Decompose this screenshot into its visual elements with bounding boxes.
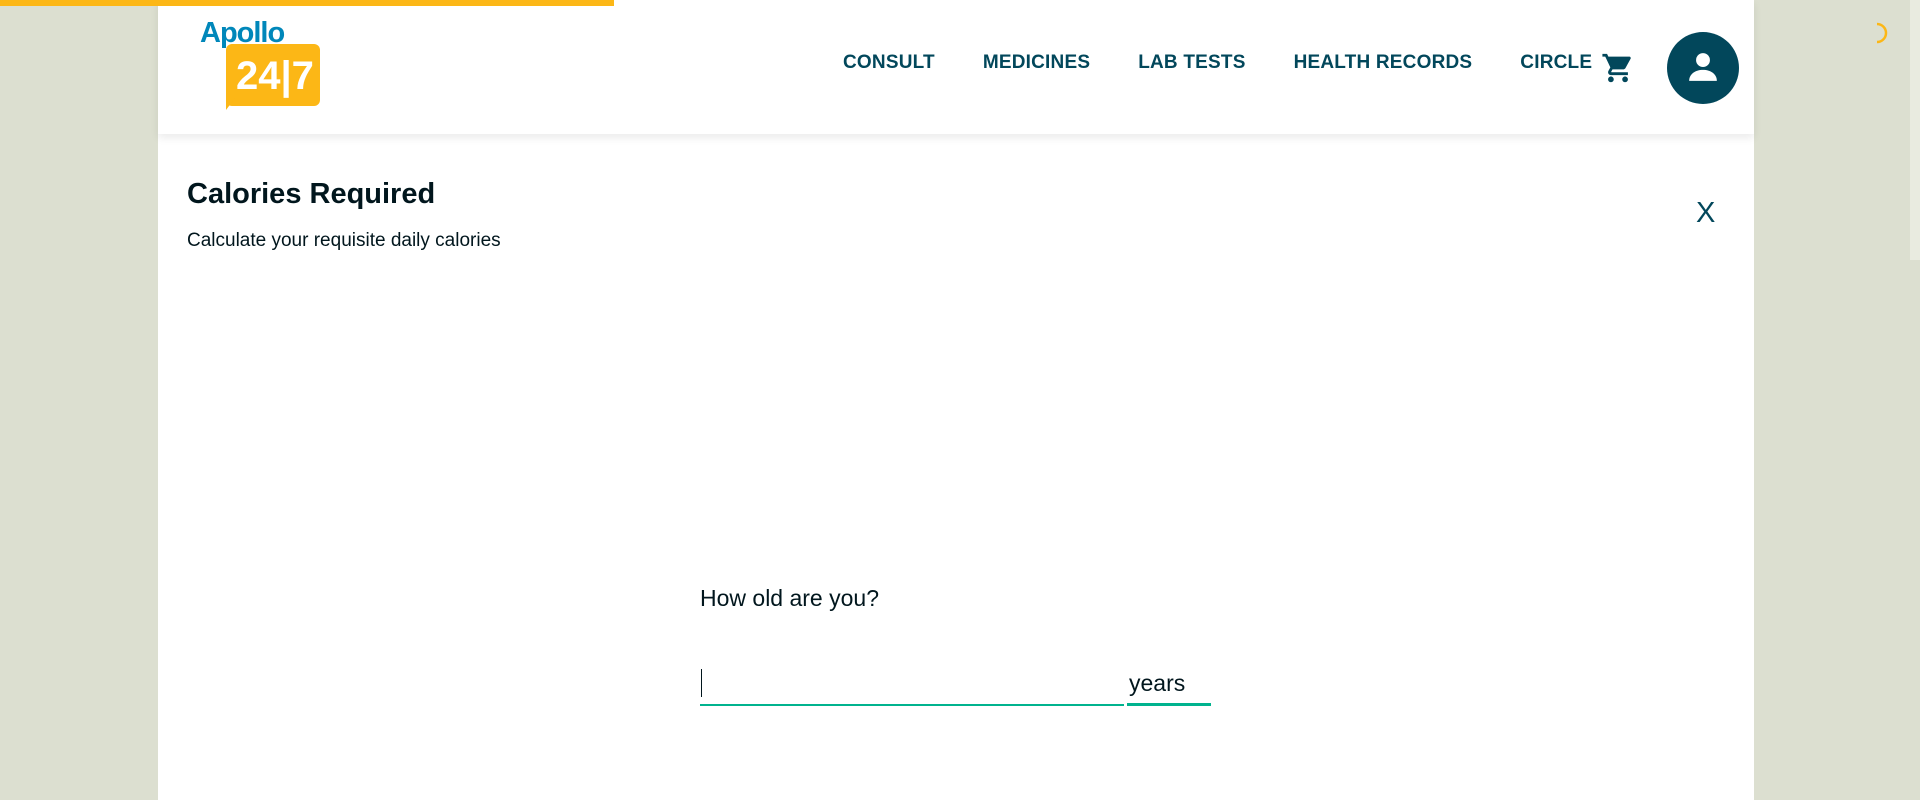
apollo-247-logo[interactable]: Apollo 24|7 [200, 16, 320, 116]
nav-item-consult[interactable]: CONSULT [843, 52, 935, 74]
age-unit-label: years [1127, 664, 1211, 706]
shopping-cart-icon[interactable] [1601, 51, 1635, 85]
profile-button[interactable] [1667, 32, 1739, 104]
nav-item-circle[interactable]: CIRCLE [1520, 52, 1592, 74]
age-input[interactable] [700, 664, 1124, 706]
site-header: Apollo 24|7 CONSULT MEDICINES LAB TESTS … [158, 0, 1754, 134]
age-question-label: How old are you? [700, 585, 879, 611]
page-title: Calories Required [187, 178, 436, 210]
logo-badge: 24|7 [226, 44, 320, 106]
nav-item-health-records[interactable]: HEALTH RECORDS [1294, 52, 1473, 74]
scrollbar-thumb[interactable] [1910, 0, 1920, 260]
user-icon [1689, 53, 1717, 81]
main-nav: CONSULT MEDICINES LAB TESTS HEALTH RECOR… [843, 52, 1640, 74]
page-subtitle: Calculate your requisite daily calories [187, 230, 501, 251]
close-button[interactable]: X [1696, 196, 1715, 230]
text-caret [701, 669, 702, 697]
logo-badge-tail [226, 98, 235, 110]
loading-spinner-icon [1876, 22, 1888, 44]
nav-item-medicines[interactable]: MEDICINES [983, 52, 1090, 74]
page-container: Apollo 24|7 CONSULT MEDICINES LAB TESTS … [158, 0, 1754, 800]
nav-item-lab-tests[interactable]: LAB TESTS [1138, 52, 1245, 74]
logo-number: 24|7 [236, 54, 314, 98]
page-loading-progress-bar [0, 0, 615, 6]
